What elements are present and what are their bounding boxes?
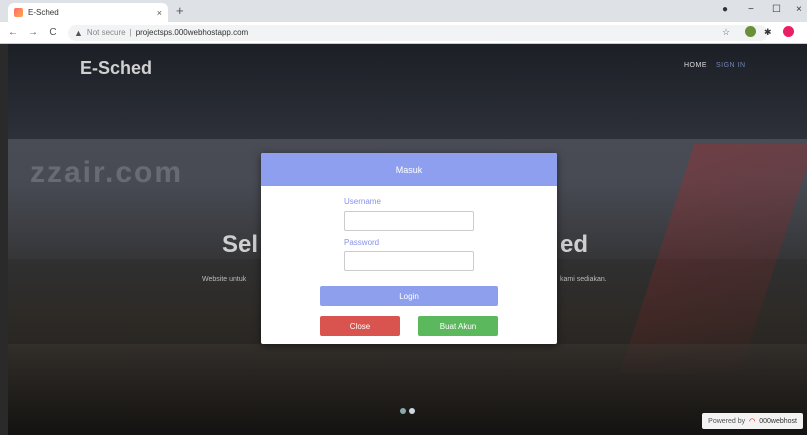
favicon-icon (14, 8, 23, 17)
forward-button[interactable]: → (26, 27, 40, 38)
hero-subtitle-left: Website untuk (202, 276, 247, 283)
tab-close-icon[interactable]: × (157, 8, 162, 18)
create-account-button[interactable]: Buat Akun (418, 316, 498, 336)
maximize-button[interactable]: ☐ (772, 4, 781, 15)
hero-title-left: Sel (222, 231, 259, 258)
security-label: Not secure (86, 28, 126, 37)
url-text: projectsps.000webhostapp.com (135, 28, 249, 37)
minimize-button[interactable]: − (748, 4, 754, 15)
back-button[interactable]: ← (6, 27, 20, 38)
webhost-logo-icon: ◠ (749, 418, 756, 425)
browser-tabbar: E-Sched × + ● − ☐ × (0, 0, 807, 22)
close-button[interactable]: Close (320, 316, 400, 336)
ground-image (8, 344, 807, 435)
username-input[interactable] (344, 211, 474, 231)
nav-signin[interactable]: SIGN IN (716, 62, 746, 69)
close-window-button[interactable]: × (796, 4, 802, 15)
carousel-dot-active[interactable] (409, 408, 415, 414)
carousel-indicators (400, 408, 415, 414)
new-tab-button[interactable]: + (176, 3, 184, 18)
powered-by-badge[interactable]: Powered by ◠ 000webhost (702, 413, 803, 429)
login-modal: Masuk Username Password Login Close Buat… (261, 153, 557, 344)
browser-tab[interactable]: E-Sched × (8, 3, 168, 22)
nav-home[interactable]: HOME (684, 62, 707, 69)
url-separator: | (129, 28, 132, 37)
hero-title-right: ed (560, 231, 589, 258)
puzzle-icon[interactable]: ✱ (764, 27, 775, 38)
profile-icon[interactable]: ● (722, 4, 728, 15)
hero-subtitle-right: kami sediakan. (560, 276, 607, 283)
powered-by-brand: 000webhost (759, 417, 797, 425)
star-icon[interactable]: ☆ (722, 27, 733, 38)
extension-icon[interactable] (745, 26, 756, 37)
site-logo[interactable]: E-Sched (80, 58, 152, 79)
login-button[interactable]: Login (320, 286, 498, 306)
powered-by-label: Powered by (708, 417, 746, 425)
reload-button[interactable]: C (46, 27, 60, 38)
url-field[interactable]: ▲ Not secure | projectsps.000webhostapp.… (68, 24, 768, 41)
airplane-livery-text: zzair.com (30, 156, 184, 189)
tab-title: E-Sched (28, 8, 59, 17)
avatar[interactable] (783, 26, 794, 37)
username-label: Username (344, 197, 381, 206)
carousel-dot[interactable] (400, 408, 406, 414)
modal-title: Masuk (261, 153, 557, 186)
address-bar: ← → C ▲ Not secure | projectsps.000webho… (0, 22, 807, 44)
password-label: Password (344, 238, 380, 247)
warning-icon: ▲ (74, 27, 83, 38)
password-input[interactable] (344, 251, 474, 271)
